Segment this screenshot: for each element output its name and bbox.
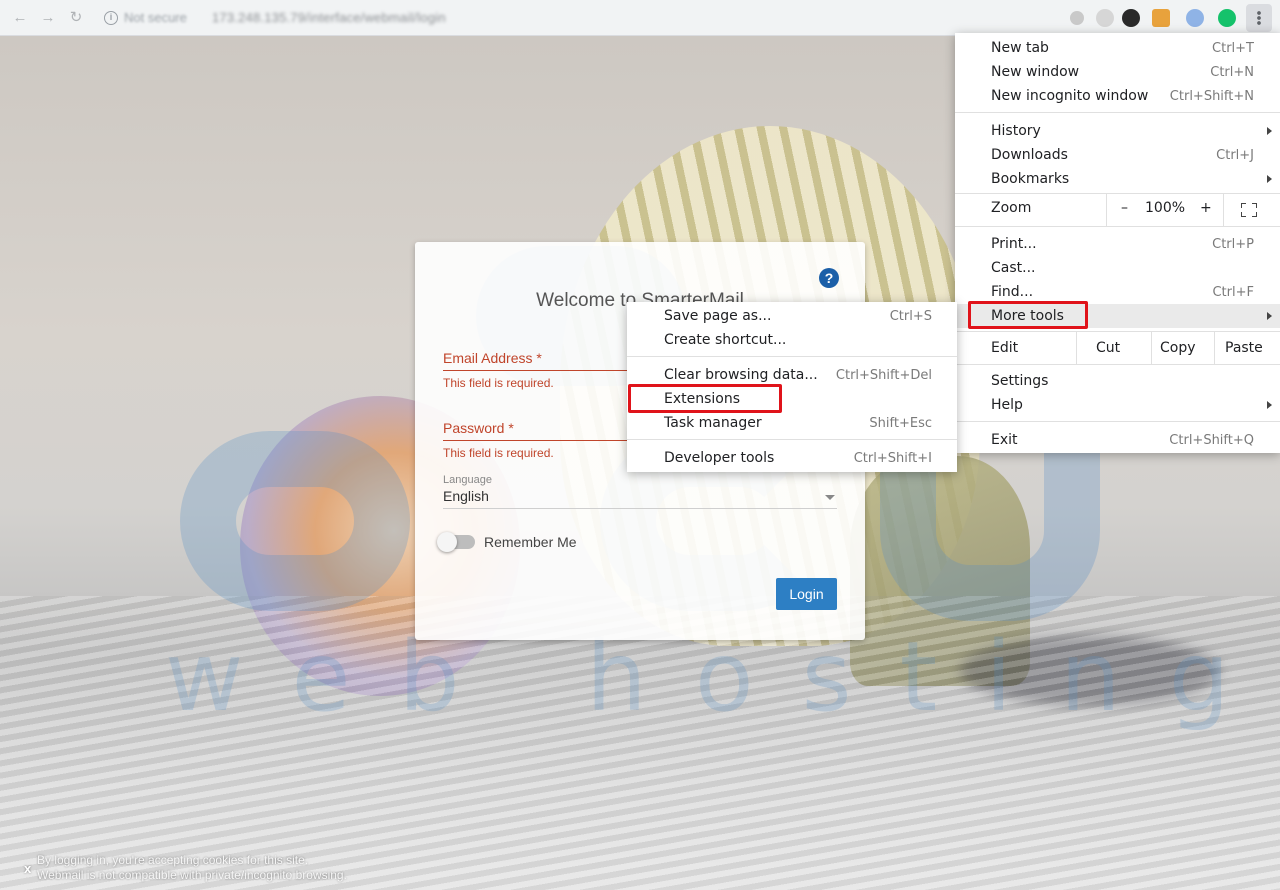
zoom-in-button[interactable]: + [1200, 200, 1212, 232]
copy-button[interactable]: Copy [1160, 340, 1196, 356]
watermark-letter-a [180, 431, 410, 611]
browser-toolbar: ← → ↻ i Not secure 173.248.135.79/interf… [0, 0, 1280, 36]
login-button[interactable]: Login [776, 578, 837, 610]
menu-developer-tools[interactable]: Developer tools Ctrl+Shift+I [627, 446, 957, 470]
close-notice-icon[interactable]: x [24, 861, 31, 876]
menu-downloads[interactable]: Downloads Ctrl+J [955, 143, 1280, 167]
menu-new-window[interactable]: New window Ctrl+N [955, 60, 1280, 84]
menu-separator [955, 364, 1280, 365]
zoom-label: Zoom [991, 200, 1032, 216]
zoom-divider [1106, 194, 1107, 226]
paste-button[interactable]: Paste [1225, 340, 1263, 356]
menu-exit[interactable]: Exit Ctrl+Shift+Q [955, 428, 1280, 452]
language-underline [443, 508, 837, 509]
fullscreen-icon[interactable] [1241, 203, 1257, 217]
menu-separator [955, 112, 1280, 113]
submenu-arrow-icon [1267, 401, 1272, 409]
extension-dark-icon[interactable] [1122, 9, 1140, 27]
submenu-arrow-icon [1267, 127, 1272, 135]
cookie-notice: x By logging in, you're accepting cookie… [24, 853, 347, 883]
help-icon[interactable]: ? [819, 268, 839, 288]
menu-help[interactable]: Help [955, 393, 1280, 417]
menu-new-incognito[interactable]: New incognito window Ctrl+Shift+N [955, 84, 1280, 108]
menu-separator [627, 356, 957, 357]
extension-orange-icon[interactable] [1152, 9, 1170, 27]
email-error: This field is required. [443, 376, 554, 390]
extension-globe-icon[interactable] [1186, 9, 1204, 27]
kebab-icon [1257, 11, 1261, 25]
menu-separator [955, 421, 1280, 422]
zoom-divider [1223, 194, 1224, 226]
notice-line-1: By logging in, you're accepting cookies … [37, 853, 309, 867]
menu-history[interactable]: History [955, 119, 1280, 143]
remember-toggle-knob[interactable] [437, 532, 457, 552]
dropdown-arrow-icon[interactable] [825, 495, 835, 500]
chrome-menu-button[interactable] [1246, 4, 1272, 32]
menu-new-tab[interactable]: New tab Ctrl+T [955, 36, 1280, 60]
menu-cast[interactable]: Cast... [955, 256, 1280, 280]
camera-icon[interactable] [1070, 11, 1084, 25]
address-bar[interactable]: i Not secure 173.248.135.79/interface/we… [96, 5, 1126, 31]
menu-create-shortcut[interactable]: Create shortcut... [627, 328, 957, 352]
edit-divider [1214, 332, 1215, 364]
zoom-level: 100% [1145, 200, 1186, 216]
submenu-arrow-icon [1267, 312, 1272, 320]
more-tools-highlight-box [968, 301, 1088, 329]
chrome-menu: New tab Ctrl+T New window Ctrl+N New inc… [955, 33, 1280, 453]
grammarly-icon[interactable] [1218, 9, 1236, 27]
info-icon[interactable]: i [104, 11, 118, 25]
menu-save-page[interactable]: Save page as... Ctrl+S [627, 304, 957, 328]
menu-separator [627, 439, 957, 440]
password-error: This field is required. [443, 446, 554, 460]
cut-button[interactable]: Cut [1096, 340, 1120, 356]
submenu-arrow-icon [1267, 175, 1272, 183]
menu-bookmarks[interactable]: Bookmarks [955, 167, 1280, 191]
edit-label: Edit [991, 340, 1019, 356]
star-icon[interactable] [1096, 9, 1114, 27]
zoom-out-button[interactable]: – [1121, 200, 1128, 232]
menu-task-manager[interactable]: Task manager Shift+Esc [627, 411, 957, 435]
password-label: Password * [443, 420, 514, 436]
forward-icon[interactable]: → [38, 8, 58, 28]
menu-separator [955, 193, 1280, 194]
extensions-highlight-box [628, 384, 782, 413]
edit-divider [1151, 332, 1152, 364]
url-text: 173.248.135.79/interface/webmail/login [212, 10, 446, 25]
email-label: Email Address * [443, 350, 542, 366]
remember-label: Remember Me [484, 534, 577, 550]
reload-icon[interactable]: ↻ [66, 8, 86, 28]
menu-print[interactable]: Print... Ctrl+P [955, 232, 1280, 256]
language-label: Language [443, 474, 492, 486]
security-status: Not secure [124, 10, 187, 25]
menu-settings[interactable]: Settings [955, 369, 1280, 393]
language-select[interactable]: English [443, 488, 489, 504]
menu-separator [955, 331, 1280, 332]
notice-line-2: Webmail is not compatible with private/i… [37, 868, 347, 882]
back-icon[interactable]: ← [10, 8, 30, 28]
menu-separator [955, 226, 1280, 227]
edit-divider [1076, 332, 1077, 364]
